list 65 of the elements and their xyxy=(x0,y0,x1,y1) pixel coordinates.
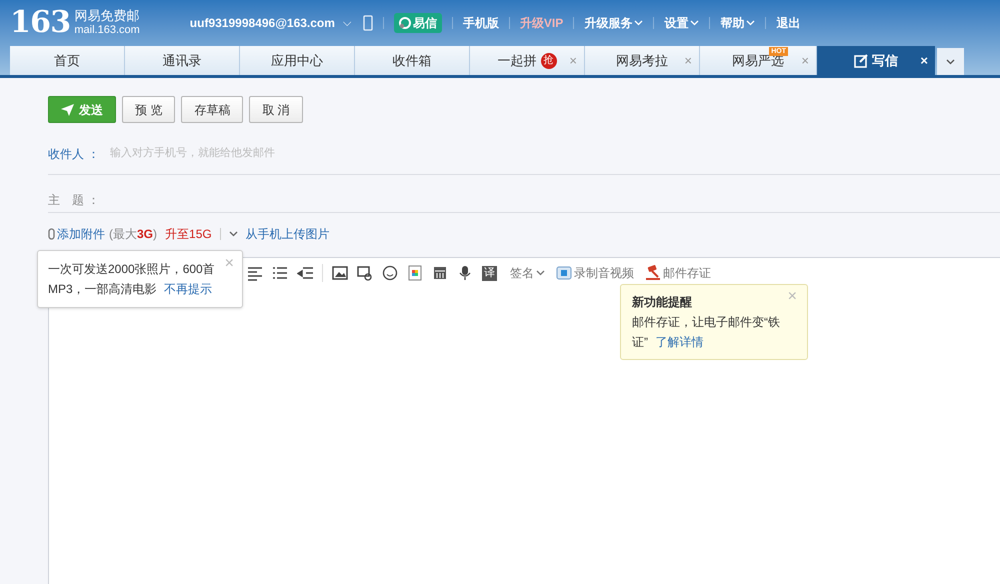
compose-icon xyxy=(854,54,868,68)
microphone-icon[interactable] xyxy=(457,265,473,281)
action-button[interactable]: 存草稿 xyxy=(181,96,244,123)
logo-number: 163 xyxy=(10,8,70,38)
phone-upload-link[interactable]: 从手机上传图片 xyxy=(246,225,330,243)
close-icon[interactable]: × xyxy=(684,50,692,70)
signature-menu[interactable]: 签名 xyxy=(510,264,545,282)
tab-badge: 抢 xyxy=(540,52,556,68)
video-icon xyxy=(556,265,572,281)
tab[interactable]: 收件箱 xyxy=(355,46,470,75)
attachment-limit: (最大3G) xyxy=(109,226,158,243)
subject-label: 主 题 ： xyxy=(48,192,100,209)
tooltip-text: 邮件存证，让电子邮件变“铁证” 了解详情 xyxy=(632,314,781,351)
recipient-field[interactable]: 输入对方手机号，就能给他发邮件 xyxy=(110,145,1000,162)
header-link[interactable]: 手机版 xyxy=(462,14,499,32)
tab[interactable]: 写信 × xyxy=(817,46,935,75)
outdent-icon[interactable] xyxy=(297,265,313,281)
logo-name: 网易免费邮 xyxy=(74,8,140,24)
yixin-button[interactable]: 易信 xyxy=(394,13,442,33)
chevron-down-icon xyxy=(228,231,238,237)
tab[interactable]: 一起拼 抢 × xyxy=(470,46,585,75)
chevron-down-icon xyxy=(690,20,700,26)
tab[interactable]: 网易考拉 × xyxy=(585,46,700,75)
screenshot-icon[interactable] xyxy=(357,265,373,281)
chat-bubble-icon xyxy=(398,17,411,29)
close-icon[interactable]: × xyxy=(920,50,928,70)
align-left-icon[interactable] xyxy=(247,265,263,281)
chevron-down-icon xyxy=(536,270,545,276)
menu-link[interactable]: 升级服务 xyxy=(584,14,644,32)
add-attachment-link[interactable]: 添加附件 xyxy=(48,225,105,243)
menu-link[interactable]: 设置 xyxy=(664,14,700,32)
paper-plane-icon xyxy=(61,104,74,116)
tooltip-text: 一次可发送2000张照片，600首MP3，一部高清电影 不再提示 xyxy=(48,261,216,298)
close-icon[interactable]: × xyxy=(569,50,577,70)
chevron-down-icon xyxy=(946,58,955,64)
send-button[interactable]: 发送 xyxy=(48,96,116,123)
close-icon[interactable]: × xyxy=(801,50,809,70)
recipient-label: 收件人 ： xyxy=(48,146,100,163)
chevron-down-icon xyxy=(746,20,756,26)
phone-icon xyxy=(362,15,373,31)
menu-link[interactable]: 帮助 xyxy=(720,14,756,32)
chevron-down-icon xyxy=(634,20,644,26)
tab[interactable]: 首页 xyxy=(10,46,125,75)
action-button[interactable]: 取 消 xyxy=(249,96,303,123)
record-video-button[interactable]: 录制音视频 xyxy=(556,264,634,282)
image-icon[interactable] xyxy=(332,265,348,281)
gavel-icon xyxy=(645,265,661,281)
calendar-icon[interactable] xyxy=(432,265,448,281)
learn-more-link[interactable]: 了解详情 xyxy=(655,335,704,349)
mail-notarize-button[interactable]: 邮件存证 xyxy=(645,264,711,282)
translate-button[interactable]: 译 xyxy=(482,266,497,280)
emoji-icon[interactable] xyxy=(382,265,398,281)
action-button[interactable]: 预 览 xyxy=(122,96,176,123)
tab[interactable]: 通讯录 xyxy=(125,46,240,75)
dismiss-link[interactable]: 不再提示 xyxy=(164,282,212,296)
bullet-list-icon[interactable] xyxy=(272,265,288,281)
account-email[interactable]: uuf9319998496@163.com xyxy=(190,14,335,32)
account-caret[interactable]: ⌵ xyxy=(342,14,351,32)
tooltip-title: 新功能提醒 xyxy=(632,294,692,311)
logo-domain: mail.163.com xyxy=(74,24,140,38)
color-grid-icon[interactable] xyxy=(407,265,423,281)
tab[interactable]: 应用中心 xyxy=(240,46,355,75)
upgrade-link[interactable]: 升至15G xyxy=(165,225,212,243)
paperclip-icon xyxy=(48,228,55,240)
header-link[interactable]: 退出 xyxy=(776,14,800,32)
